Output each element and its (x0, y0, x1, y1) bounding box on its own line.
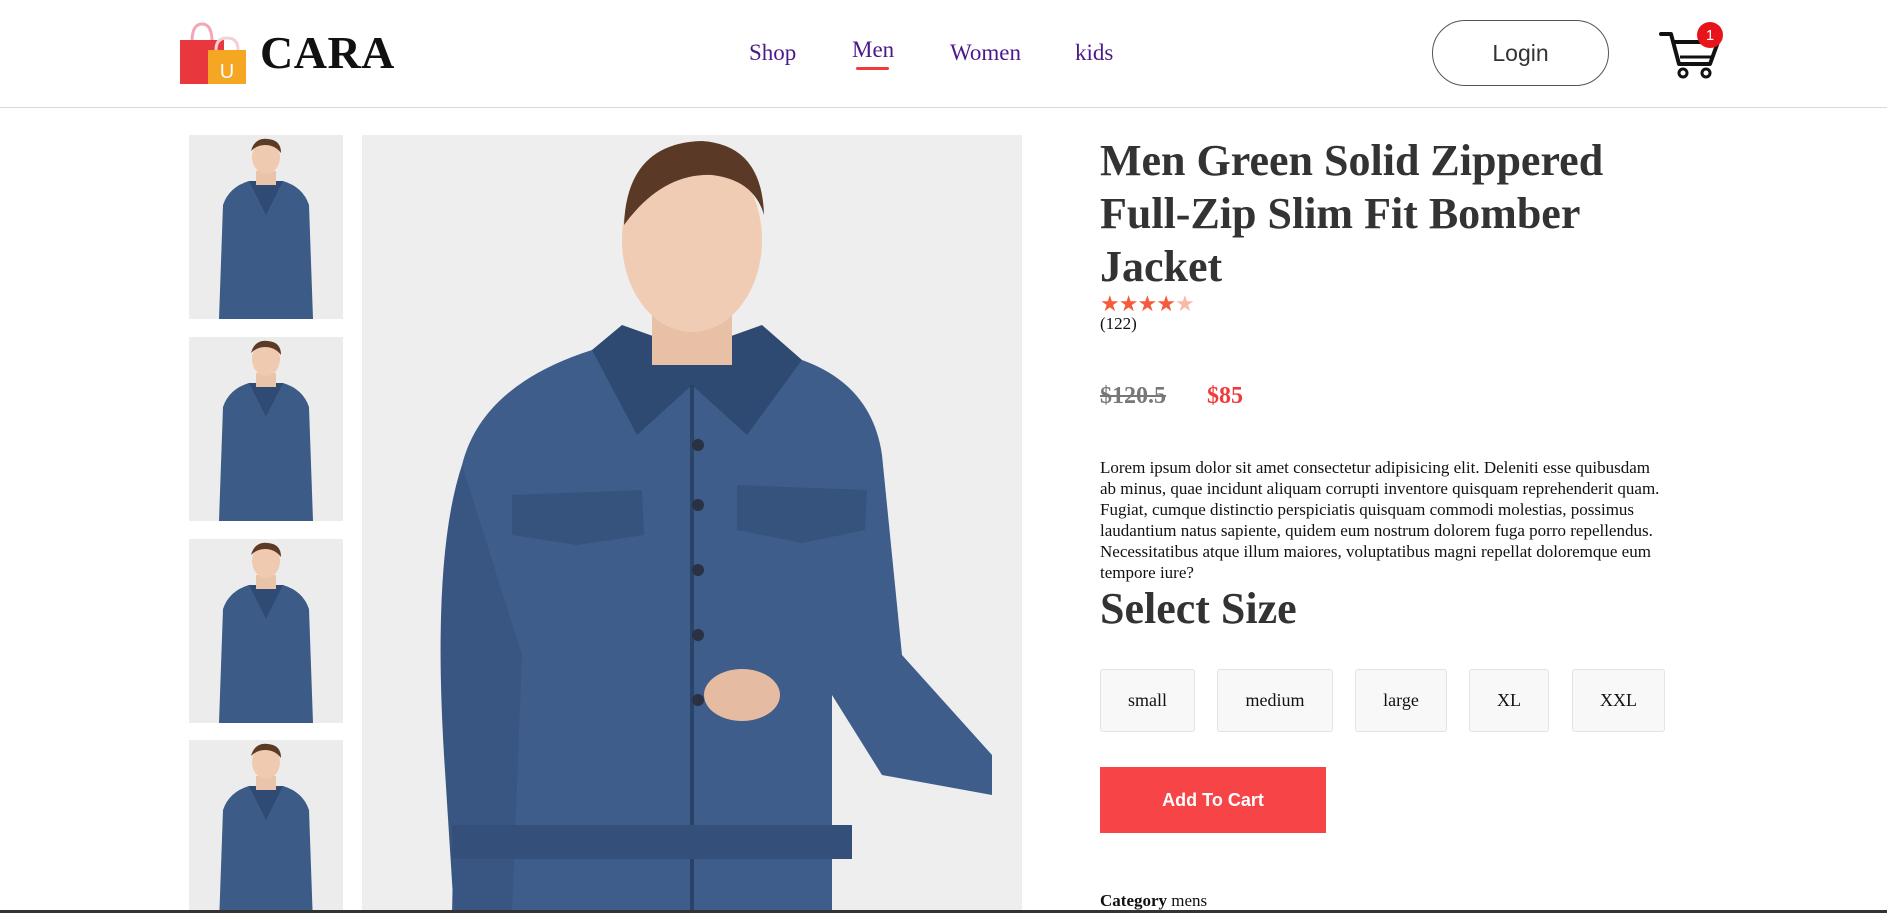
site-header: U CARA Shop Men Women kids Login 1 (0, 0, 1887, 108)
size-option-xxl[interactable]: XXL (1572, 669, 1665, 732)
size-option-xl[interactable]: XL (1469, 669, 1549, 732)
category-value: mens (1171, 891, 1208, 910)
select-size-heading: Select Size (1100, 584, 1297, 633)
size-option-medium[interactable]: medium (1217, 669, 1333, 732)
product-thumbnail[interactable] (189, 135, 343, 319)
product-thumbnail-image (189, 337, 343, 521)
login-button[interactable]: Login (1432, 20, 1609, 86)
product-title: Men Green Solid Zippered Full-Zip Slim F… (1100, 136, 1604, 291)
star-half-icon: ★ (1174, 291, 1195, 316)
product-category: Category mens (1100, 891, 1207, 911)
product-thumbnail[interactable] (189, 539, 343, 723)
product-thumbnail[interactable] (189, 337, 343, 521)
star-filled-icon: ★ (1156, 291, 1176, 316)
shopping-bag-logo-icon[interactable]: U (178, 20, 248, 86)
star-filled-icon: ★ (1118, 291, 1139, 316)
product-thumbnail-image (189, 740, 343, 913)
denim-jacket-photo (362, 135, 1022, 913)
product-thumbnail-image (189, 539, 343, 723)
size-option-large[interactable]: large (1355, 669, 1447, 732)
brand-name[interactable]: CARA (260, 26, 395, 79)
nav-link-women[interactable]: Women (950, 40, 1021, 66)
product-thumbnail[interactable] (189, 740, 343, 913)
product-thumbnail-image (189, 135, 343, 319)
category-label: Category (1100, 891, 1168, 910)
nav-link-men[interactable]: Men (852, 37, 894, 63)
svg-text:U: U (220, 61, 234, 83)
review-count: (122) (1100, 314, 1137, 333)
product-description: Lorem ipsum dolor sit amet consectetur a… (1100, 458, 1660, 582)
size-option-small[interactable]: small (1100, 669, 1195, 732)
nav-link-shop[interactable]: Shop (749, 40, 796, 66)
star-filled-icon: ★ (1100, 291, 1120, 316)
star-filled-icon: ★ (1137, 291, 1157, 316)
original-price: $120.5 (1100, 383, 1166, 409)
cart-count-badge: 1 (1697, 22, 1723, 48)
add-to-cart-button[interactable]: Add To Cart (1100, 767, 1326, 833)
sale-price: $85 (1207, 383, 1243, 409)
nav-active-indicator (856, 67, 889, 70)
nav-link-kids[interactable]: kids (1075, 40, 1113, 66)
main-product-image (362, 135, 1022, 913)
